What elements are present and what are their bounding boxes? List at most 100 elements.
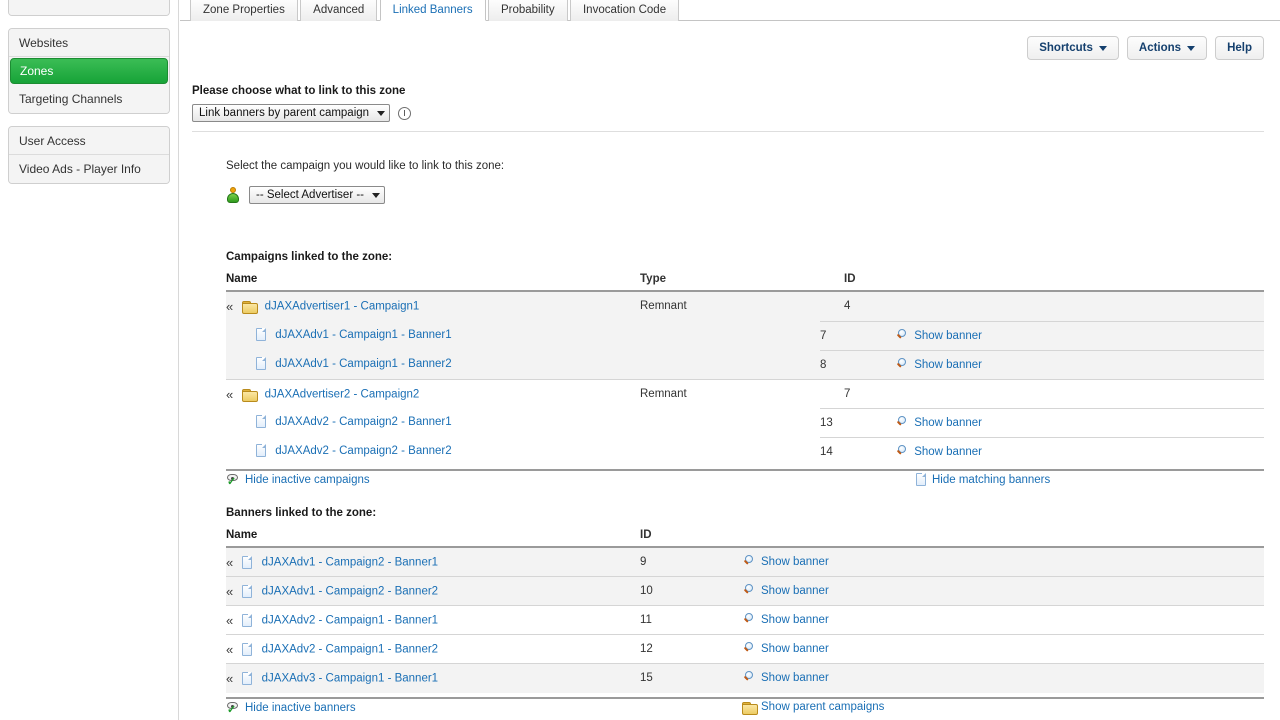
- show-banner-action[interactable]: Show banner: [895, 330, 982, 342]
- sidebar-item-websites[interactable]: Websites: [9, 29, 169, 57]
- banner-name-cell[interactable]: « dJAXAdv2 - Campaign1 - Banner2: [226, 635, 438, 664]
- show-banner-action[interactable]: Show banner: [895, 359, 982, 371]
- collapse-icon[interactable]: «: [226, 606, 233, 635]
- page-root: Websites Zones Targeting Channels User A…: [0, 0, 1280, 720]
- hide-matching-banners-action[interactable]: Hide matching banners: [916, 473, 1050, 486]
- collapse-icon[interactable]: «: [226, 577, 233, 606]
- campaign-name-cell[interactable]: « dJAXAdvertiser1 - Campaign1: [226, 292, 419, 321]
- collapse-icon[interactable]: «: [226, 380, 233, 409]
- show-banner-link[interactable]: Show banner: [761, 556, 829, 568]
- show-banner-link[interactable]: Show banner: [761, 672, 829, 684]
- banner-link[interactable]: dJAXAdv2 - Campaign1 - Banner1: [262, 615, 438, 627]
- link-mode-select[interactable]: Link banners by parent campaign: [192, 104, 390, 122]
- collapse-icon[interactable]: «: [226, 664, 233, 693]
- banner-link[interactable]: dJAXAdv1 - Campaign1 - Banner1: [275, 329, 451, 341]
- document-icon: [256, 415, 266, 428]
- show-banner-link[interactable]: Show banner: [761, 585, 829, 597]
- table-row[interactable]: « dJAXAdvertiser2 - Campaign2 Remnant 7: [226, 379, 1264, 408]
- banner-link[interactable]: dJAXAdv2 - Campaign1 - Banner2: [262, 644, 438, 656]
- tab-linked-banners[interactable]: Linked Banners: [380, 0, 486, 21]
- banner-link[interactable]: dJAXAdv1 - Campaign1 - Banner2: [275, 358, 451, 370]
- magnifier-icon: [742, 671, 756, 685]
- show-banner-action[interactable]: Show banner: [742, 635, 829, 664]
- show-banner-link[interactable]: Show banner: [761, 614, 829, 626]
- banner-name-cell[interactable]: dJAXAdv2 - Campaign2 - Banner1: [256, 408, 452, 437]
- tab-zone-properties[interactable]: Zone Properties: [190, 0, 298, 21]
- hide-inactive-banners-action[interactable]: ✓ Hide inactive banners: [226, 701, 356, 715]
- advertiser-select[interactable]: -- Select Advertiser --: [249, 186, 385, 204]
- banners-footer: ✓ Hide inactive banners Show parent camp…: [226, 701, 1264, 720]
- banner-name-cell[interactable]: dJAXAdv1 - Campaign1 - Banner2: [256, 350, 452, 379]
- sidebar-item-video-ads-player-info[interactable]: Video Ads - Player Info: [9, 155, 169, 183]
- show-parent-campaigns-action[interactable]: Show parent campaigns: [742, 701, 884, 713]
- table-row[interactable]: « dJAXAdv3 - Campaign1 - Banner1 15 Show…: [226, 664, 1264, 693]
- collapse-icon[interactable]: «: [226, 635, 233, 664]
- show-banner-action[interactable]: Show banner: [742, 577, 829, 606]
- sidebar-item-clipped[interactable]: [9, 0, 169, 15]
- sidebar-item-targeting-channels[interactable]: Targeting Channels: [9, 85, 169, 113]
- table-row[interactable]: dJAXAdv2 - Campaign2 - Banner1 13 Show b…: [226, 408, 1264, 437]
- folder-icon: [742, 702, 756, 713]
- campaign-name-cell[interactable]: « dJAXAdvertiser2 - Campaign2: [226, 380, 419, 409]
- sidebar-item-user-access[interactable]: User Access: [9, 127, 169, 155]
- document-icon: [242, 614, 252, 627]
- campaigns-table-title: Campaigns linked to the zone:: [226, 251, 392, 263]
- document-icon: [242, 585, 252, 598]
- document-icon: [242, 643, 252, 656]
- show-banner-link[interactable]: Show banner: [914, 330, 982, 342]
- banners-table-header: Name ID: [226, 526, 1264, 548]
- campaigns-table-header: Name Type ID: [226, 270, 1264, 292]
- table-row[interactable]: dJAXAdv2 - Campaign2 - Banner2 14 Show b…: [226, 437, 1264, 466]
- eye-check-icon: ✓: [226, 701, 240, 715]
- banner-link[interactable]: dJAXAdv1 - Campaign2 - Banner2: [262, 586, 438, 598]
- document-icon: [256, 357, 266, 370]
- banner-name-cell[interactable]: « dJAXAdv1 - Campaign2 - Banner2: [226, 577, 438, 606]
- hide-matching-banners-link[interactable]: Hide matching banners: [932, 474, 1050, 486]
- magnifier-icon: [895, 416, 909, 430]
- show-banner-action[interactable]: Show banner: [742, 664, 829, 693]
- collapse-icon[interactable]: «: [226, 292, 233, 321]
- banner-id-cell: 14 Show banner: [820, 437, 1264, 466]
- banner-name-cell[interactable]: dJAXAdv1 - Campaign1 - Banner1: [256, 321, 452, 350]
- show-banner-action[interactable]: Show banner: [895, 446, 982, 458]
- document-icon: [242, 672, 252, 685]
- sidebar: Websites Zones Targeting Channels User A…: [0, 0, 179, 720]
- show-banner-link[interactable]: Show banner: [914, 359, 982, 371]
- campaign-link[interactable]: dJAXAdvertiser1 - Campaign1: [265, 301, 420, 313]
- show-banner-action[interactable]: Show banner: [742, 548, 829, 577]
- table-row[interactable]: « dJAXAdv1 - Campaign2 - Banner2 10 Show…: [226, 577, 1264, 606]
- tab-advanced[interactable]: Advanced: [300, 0, 377, 21]
- banner-link[interactable]: dJAXAdv2 - Campaign2 - Banner1: [275, 416, 451, 428]
- collapse-icon[interactable]: «: [226, 548, 233, 577]
- magnifier-icon: [742, 642, 756, 656]
- show-parent-campaigns-link[interactable]: Show parent campaigns: [761, 701, 884, 713]
- tab-probability[interactable]: Probability: [488, 0, 568, 21]
- show-banner-action[interactable]: Show banner: [895, 417, 982, 429]
- tab-invocation-code[interactable]: Invocation Code: [570, 0, 679, 21]
- table-row[interactable]: « dJAXAdv1 - Campaign2 - Banner1 9 Show …: [226, 548, 1264, 577]
- table-row[interactable]: dJAXAdv1 - Campaign1 - Banner1 7 Show ba…: [226, 321, 1264, 350]
- hide-inactive-banners-link[interactable]: Hide inactive banners: [245, 702, 356, 714]
- table-row[interactable]: « dJAXAdv2 - Campaign1 - Banner1 11 Show…: [226, 606, 1264, 635]
- info-icon[interactable]: [398, 107, 411, 120]
- banner-name-cell[interactable]: dJAXAdv2 - Campaign2 - Banner2: [256, 437, 452, 466]
- banner-link[interactable]: dJAXAdv2 - Campaign2 - Banner2: [275, 445, 451, 457]
- table-row[interactable]: « dJAXAdvertiser1 - Campaign1 Remnant 4: [226, 292, 1264, 321]
- banner-name-cell[interactable]: « dJAXAdv1 - Campaign2 - Banner1: [226, 548, 438, 577]
- table-row[interactable]: « dJAXAdv2 - Campaign1 - Banner2 12 Show…: [226, 635, 1264, 664]
- banner-link[interactable]: dJAXAdv1 - Campaign2 - Banner1: [262, 557, 438, 569]
- show-banner-link[interactable]: Show banner: [761, 643, 829, 655]
- sidebar-group-admin: User Access Video Ads - Player Info: [8, 126, 170, 184]
- hide-inactive-campaigns-link[interactable]: Hide inactive campaigns: [245, 474, 370, 486]
- campaign-link[interactable]: dJAXAdvertiser2 - Campaign2: [265, 389, 420, 401]
- banner-name-cell[interactable]: « dJAXAdv2 - Campaign1 - Banner1: [226, 606, 438, 635]
- table-row[interactable]: dJAXAdv1 - Campaign1 - Banner2 8 Show ba…: [226, 350, 1264, 379]
- document-icon: [916, 473, 926, 486]
- show-banner-link[interactable]: Show banner: [914, 446, 982, 458]
- show-banner-link[interactable]: Show banner: [914, 417, 982, 429]
- banner-name-cell[interactable]: « dJAXAdv3 - Campaign1 - Banner1: [226, 664, 438, 693]
- show-banner-action[interactable]: Show banner: [742, 606, 829, 635]
- sidebar-item-zones[interactable]: Zones: [10, 58, 168, 84]
- hide-inactive-campaigns-action[interactable]: ✓ Hide inactive campaigns: [226, 473, 370, 487]
- banner-link[interactable]: dJAXAdv3 - Campaign1 - Banner1: [262, 673, 438, 685]
